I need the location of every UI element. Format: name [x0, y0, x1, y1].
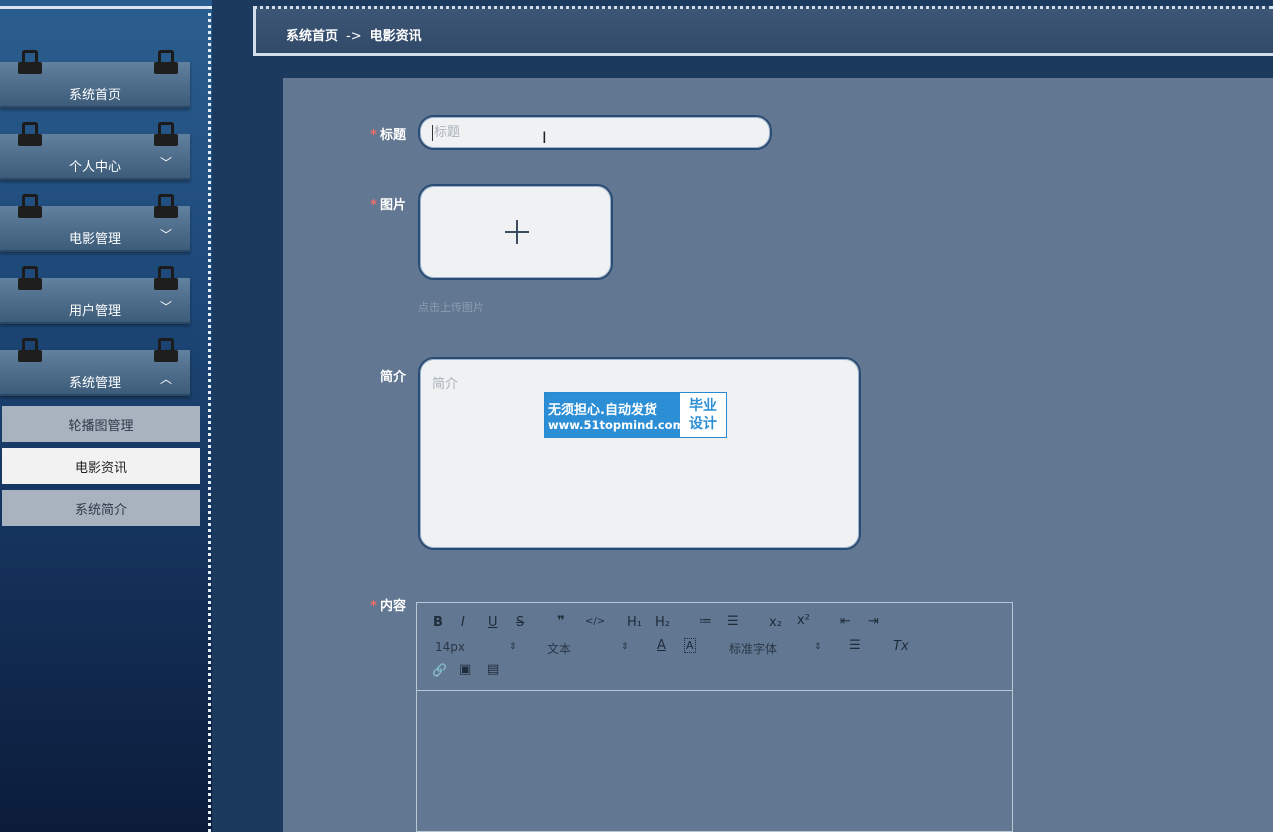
sidebar-item-user-management[interactable]: 用户管理 ﹀	[0, 266, 190, 324]
sidebar-item-home[interactable]: 系统首页	[0, 50, 190, 108]
chevron-down-icon: ﹀	[159, 156, 172, 170]
italic-button[interactable]: I	[461, 615, 465, 630]
binder-clip-icon	[18, 194, 42, 220]
desc-textarea[interactable]: 简介	[418, 357, 861, 550]
chevron-down-icon: ﹀	[159, 300, 172, 314]
binder-clip-icon	[18, 338, 42, 364]
sidebar: 系统首页 个人中心 ﹀ 电影管理 ﹀ 用户管理 ﹀ 系统管理 ︿ 轮播图管理 电…	[0, 0, 212, 832]
watermark-badge: 无须担心.自动发货 www.51topmind.com 毕业 设计	[544, 392, 727, 438]
required-mark: *	[370, 198, 377, 213]
font-family-select[interactable]: 标准字体	[729, 640, 777, 657]
image-upload-button[interactable]	[418, 184, 613, 280]
sidebar-subitem-movie-news[interactable]: 电影资讯	[2, 448, 200, 484]
select-arrow-icon: ⇕	[621, 642, 629, 652]
title-label-text: 标题	[379, 128, 406, 143]
title-input[interactable]: 标题	[418, 115, 772, 150]
binder-clip-icon	[154, 194, 178, 220]
watermark-right2: 设计	[689, 416, 717, 432]
chevron-down-icon: ﹀	[159, 228, 172, 242]
title-label: * 标题	[346, 124, 406, 143]
strike-button[interactable]: S	[516, 615, 524, 630]
sidebar-subitem-system-intro[interactable]: 系统简介	[2, 490, 200, 526]
binder-clip-icon	[18, 266, 42, 292]
image-label: * 图片	[346, 194, 406, 213]
upload-hint: 点击上传图片	[418, 301, 484, 314]
breadcrumb-separator: ->	[346, 29, 362, 44]
sidebar-item-personal-center[interactable]: 个人中心 ﹀	[0, 122, 190, 180]
title-placeholder: 标题	[434, 125, 461, 140]
select-arrow-icon: ⇕	[814, 642, 822, 652]
breadcrumb: 系统首页 -> 电影资讯	[286, 25, 422, 44]
chevron-up-icon: ︿	[159, 372, 172, 386]
rich-text-editor: B I U S ❞ </> H₁ H₂ ≔ ☰ x₂ x² ⇤ ⇥ 14px ⇕…	[416, 602, 1013, 832]
bullet-list-button[interactable]: ☰	[727, 614, 739, 629]
h2-button[interactable]: H₂	[655, 615, 670, 630]
link-button[interactable]: 🔗	[432, 663, 447, 677]
sidebar-item-label: 系统首页	[68, 88, 121, 103]
sidebar-item-system-management[interactable]: 系统管理 ︿	[0, 338, 190, 396]
desc-placeholder: 简介	[432, 377, 459, 392]
image-button[interactable]: ▣	[459, 662, 471, 677]
font-color-button[interactable]: A	[657, 638, 666, 653]
content-label: * 内容	[346, 595, 406, 614]
subscript-button[interactable]: x₂	[769, 615, 782, 630]
clear-format-button[interactable]: Tx	[893, 639, 909, 654]
breadcrumb-home[interactable]: 系统首页	[286, 29, 338, 44]
indent-button[interactable]: ⇥	[868, 614, 879, 629]
bold-button[interactable]: B	[433, 615, 443, 630]
content-label-text: 内容	[379, 599, 406, 614]
watermark-line2: www.51topmind.com	[548, 417, 685, 432]
top-bar: 系统首页 -> 电影资讯	[253, 6, 1273, 56]
sidebar-item-movie-management[interactable]: 电影管理 ﹀	[0, 194, 190, 252]
quote-button[interactable]: ❞	[557, 614, 565, 629]
required-mark: *	[370, 599, 377, 614]
font-size-select[interactable]: 14px	[435, 640, 465, 654]
breadcrumb-current: 电影资讯	[369, 29, 422, 44]
background-color-button[interactable]: A	[684, 638, 696, 653]
select-arrow-icon: ⇕	[509, 642, 517, 652]
binder-clip-icon	[18, 50, 42, 76]
image-label-text: 图片	[379, 198, 406, 213]
sidebar-right-border	[208, 6, 212, 832]
desc-label: 简介	[379, 370, 406, 385]
watermark-line1: 无须担心.自动发货	[548, 402, 657, 418]
video-button[interactable]: ▤	[487, 662, 499, 677]
align-button[interactable]: ☰	[849, 638, 861, 653]
underline-button[interactable]: U	[488, 615, 498, 630]
outdent-button[interactable]: ⇤	[840, 614, 851, 629]
ordered-list-button[interactable]: ≔	[699, 614, 712, 629]
binder-clip-icon	[18, 122, 42, 148]
editor-body[interactable]	[417, 692, 1012, 831]
text-cursor	[432, 124, 433, 141]
binder-clip-icon	[154, 266, 178, 292]
required-mark: *	[370, 128, 377, 143]
binder-clip-icon	[154, 50, 178, 76]
plus-icon-vertical	[516, 220, 518, 244]
code-block-button[interactable]: </>	[585, 616, 605, 627]
ibeam-cursor-icon: I	[542, 128, 547, 147]
editor-toolbar: B I U S ❞ </> H₁ H₂ ≔ ☰ x₂ x² ⇤ ⇥ 14px ⇕…	[417, 603, 1012, 691]
watermark-right1: 毕业	[689, 398, 717, 414]
h1-button[interactable]: H₁	[627, 615, 642, 630]
heading-select[interactable]: 文本	[547, 640, 571, 657]
binder-clip-icon	[154, 338, 178, 364]
binder-clip-icon	[154, 122, 178, 148]
sidebar-subitem-carousel[interactable]: 轮播图管理	[2, 406, 200, 442]
sidebar-top-border	[0, 6, 212, 9]
superscript-button[interactable]: x²	[797, 613, 810, 628]
